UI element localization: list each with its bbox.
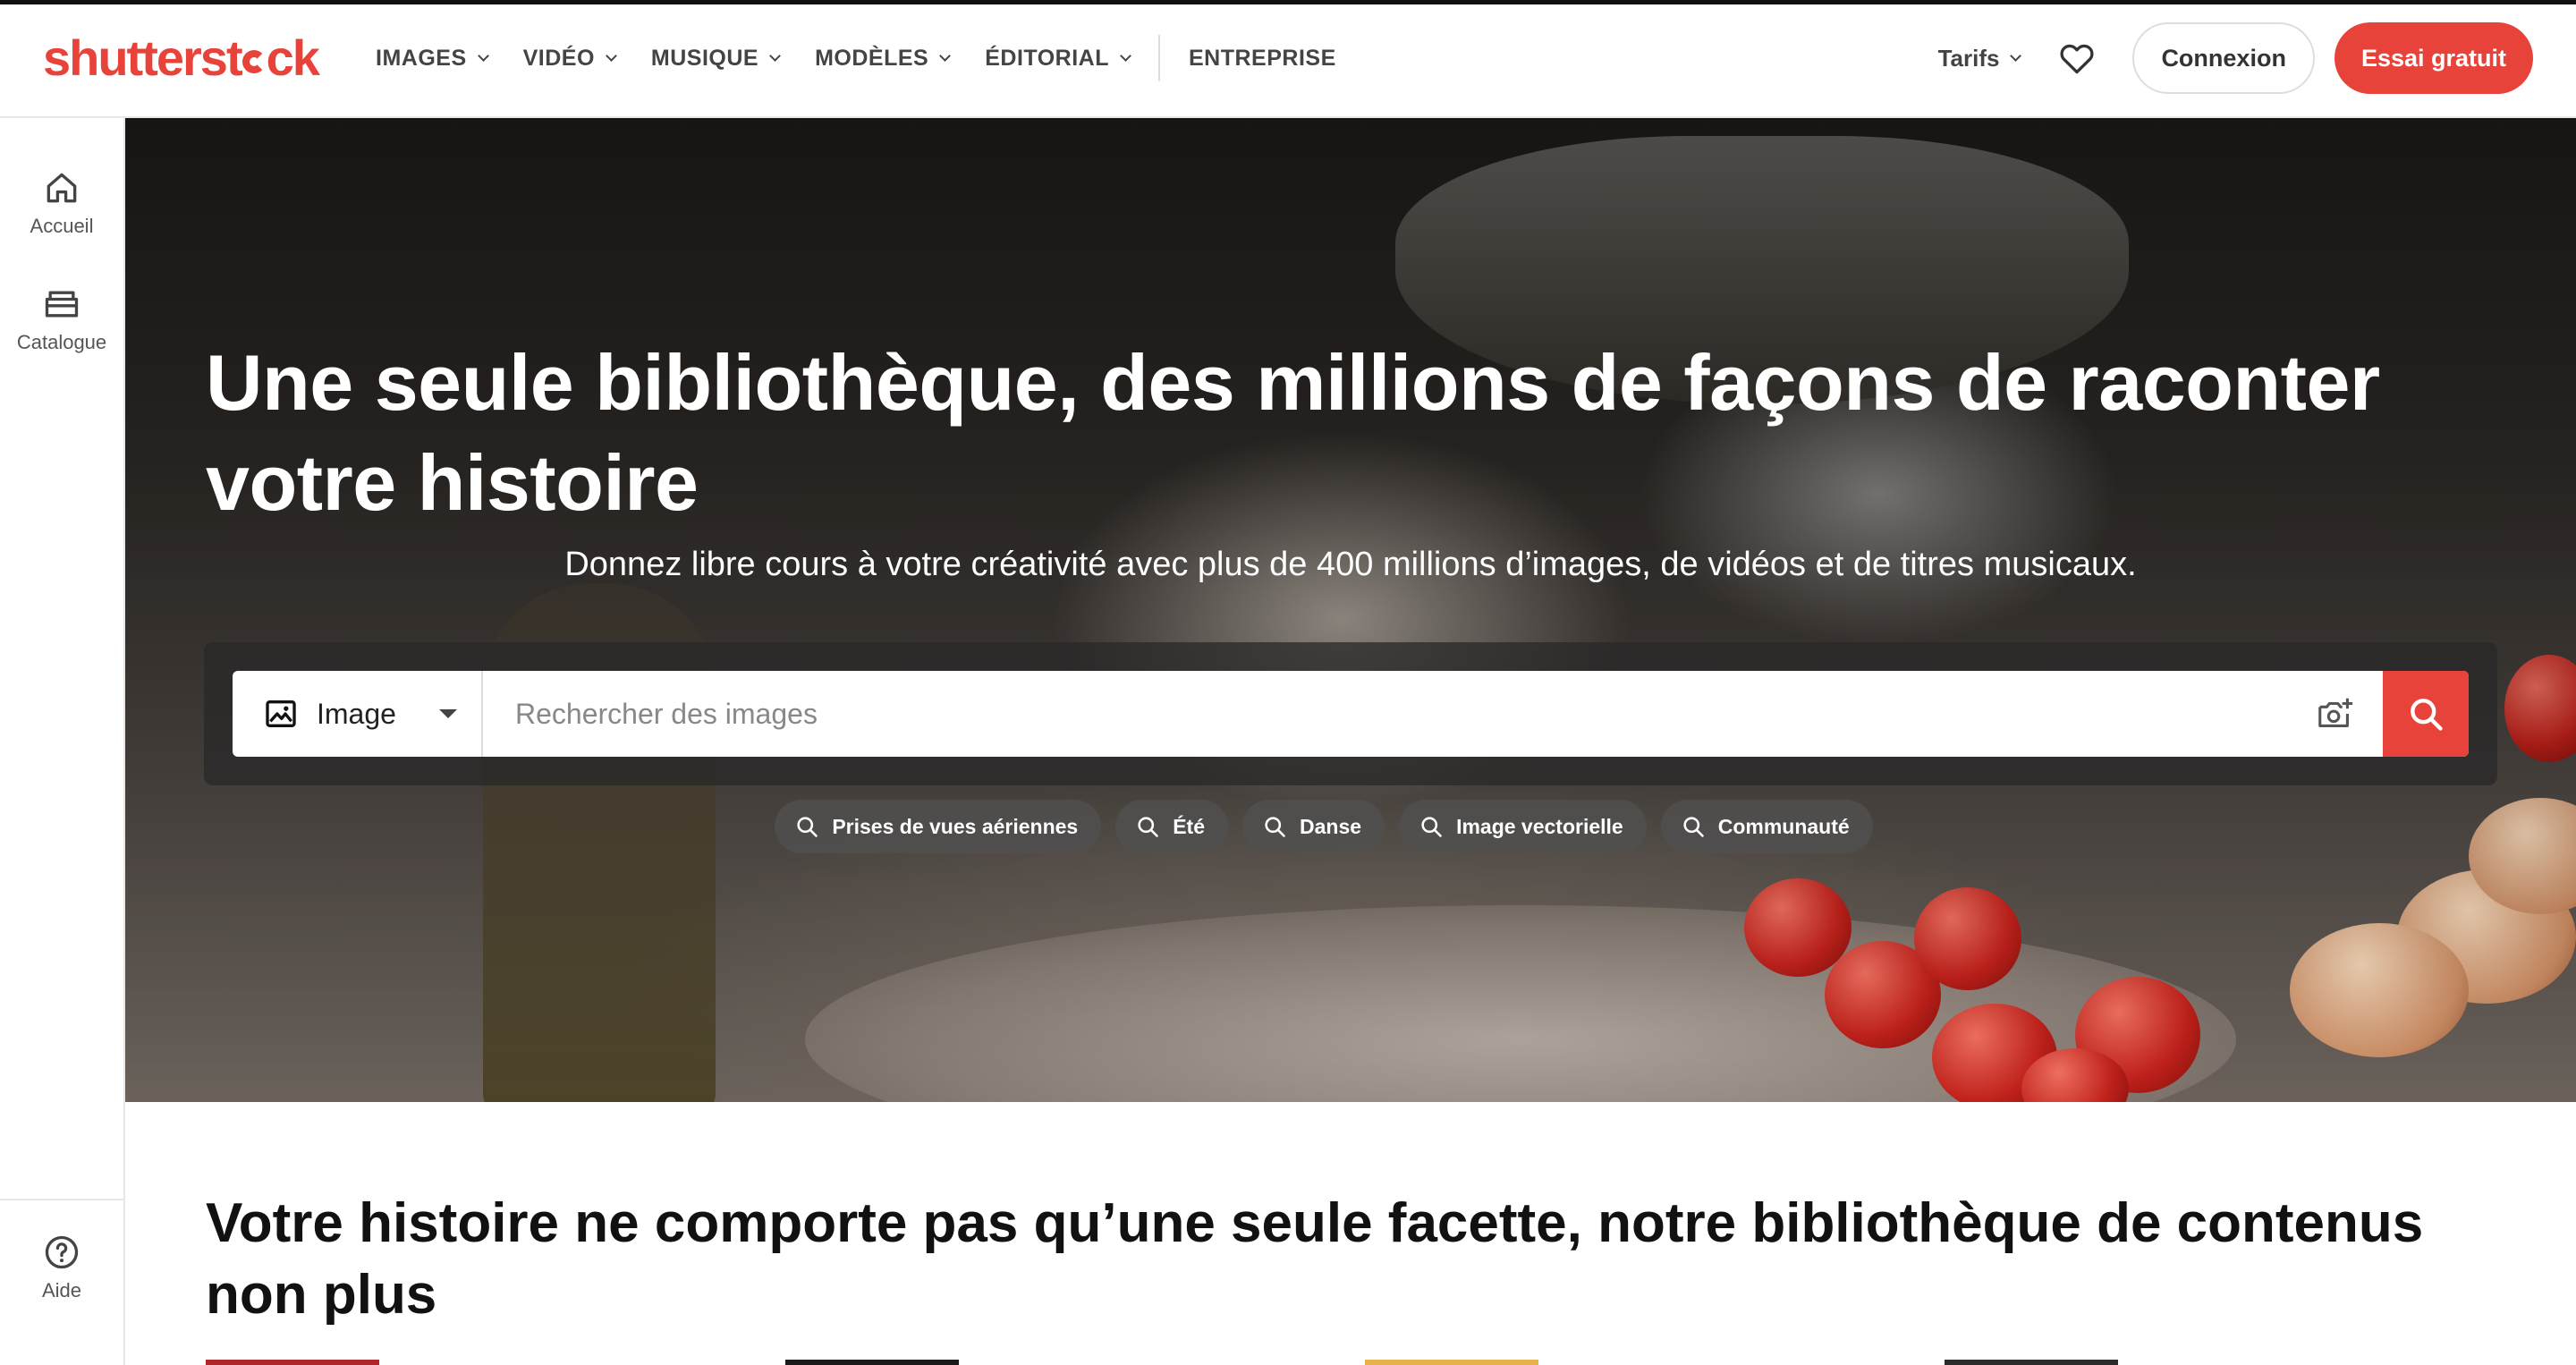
chevron-down-icon: [939, 49, 952, 62]
hero-overlay: [125, 118, 2576, 1102]
home-icon: [47, 173, 77, 203]
logo-text-end: ck: [266, 30, 320, 86]
chip-label: Été: [1173, 814, 1206, 838]
chip-label: Danse: [1300, 814, 1362, 838]
nav-item-label: ENTREPRISE: [1189, 45, 1336, 71]
visual-search-button[interactable]: [2304, 671, 2367, 757]
search-icon: [1421, 817, 1442, 837]
main-nav: IMAGES VIDÉO MUSIQUE MODÈLES ÉDITORIAL E…: [376, 35, 1372, 81]
content-card-thumbnail[interactable]: [206, 1360, 379, 1365]
top-navigation-bar: shutterst ck IMAGES VIDÉO MUSIQUE MODÈLES…: [0, 0, 2576, 118]
section-heading: Votre histoire ne comporte pas qu’une se…: [206, 1192, 2424, 1326]
chevron-down-icon: [2010, 49, 2022, 62]
camera-plus-icon: [2318, 698, 2353, 727]
suggestion-chip-dance[interactable]: Danse: [1242, 800, 1385, 853]
sidebar-item-catalog[interactable]: Catalogue: [0, 284, 123, 354]
nav-divider: [1158, 35, 1160, 81]
media-type-label: Image: [317, 697, 396, 730]
search-bar: Image: [233, 671, 2469, 757]
chip-label: Communauté: [1717, 814, 1850, 838]
content-card-thumbnail[interactable]: [1365, 1360, 1538, 1365]
suggested-searches: Prises de vues aériennes Été Danse Image…: [125, 800, 2576, 853]
suggestion-chip-aerial[interactable]: Prises de vues aériennes: [775, 800, 1102, 853]
chip-label: Prises de vues aériennes: [832, 814, 1079, 838]
chevron-down-icon: [1120, 49, 1131, 62]
left-sidebar: Accueil Catalogue Aide: [0, 118, 125, 1365]
nav-item-templates[interactable]: MODÈLES: [815, 45, 952, 72]
logo-o-mark: [242, 50, 266, 73]
nav-item-label: IMAGES: [376, 45, 467, 71]
chevron-down-icon: [477, 49, 489, 62]
suggestion-chip-vector[interactable]: Image vectorielle: [1399, 800, 1647, 853]
catalog-icon: [45, 291, 79, 318]
chevron-down-icon: [606, 49, 617, 62]
media-type-select[interactable]: Image: [233, 671, 483, 757]
hero-subtitle: Donnez libre cours à votre créativité av…: [564, 546, 2137, 583]
chevron-down-icon: [769, 49, 781, 62]
image-icon: [266, 700, 296, 727]
suggestion-chip-community[interactable]: Communauté: [1660, 800, 1873, 853]
search-icon: [797, 817, 818, 837]
logo-text-start: shutterst: [43, 30, 243, 86]
login-button[interactable]: Connexion: [2132, 22, 2315, 94]
search-icon: [2411, 699, 2443, 731]
sidebar-item-label: Accueil: [30, 215, 94, 237]
search-input[interactable]: [483, 671, 2304, 757]
sidebar-item-label: Catalogue: [16, 331, 107, 353]
sidebar-divider: [0, 1199, 123, 1200]
heart-icon[interactable]: [2057, 38, 2097, 78]
search-button[interactable]: [2383, 671, 2469, 757]
chip-label: Image vectorielle: [1456, 814, 1623, 838]
shutterstock-logo[interactable]: shutterst ck: [43, 30, 320, 87]
nav-item-label: VIDÉO: [522, 45, 595, 71]
help-icon: [45, 1235, 79, 1269]
nav-item-video[interactable]: VIDÉO: [522, 45, 617, 72]
nav-item-music[interactable]: MUSIQUE: [650, 45, 781, 72]
pricing-label: Tarifs: [1937, 44, 2000, 72]
sidebar-item-help[interactable]: Aide: [0, 1233, 123, 1302]
free-trial-button[interactable]: Essai gratuit: [2334, 22, 2533, 94]
nav-item-label: ÉDITORIAL: [985, 45, 1109, 71]
hero-title: Une seule bibliothèque, des millions de …: [206, 338, 2380, 527]
nav-item-editorial[interactable]: ÉDITORIAL: [985, 45, 1131, 72]
account-nav: Tarifs Connexion Essai gratuit: [1938, 22, 2533, 94]
nav-item-enterprise[interactable]: ENTREPRISE: [1189, 46, 1336, 72]
nav-item-label: MODÈLES: [815, 45, 929, 71]
hero-banner: Une seule bibliothèque, des millions de …: [125, 118, 2576, 1102]
search-icon: [1265, 817, 1285, 837]
search-panel: Image: [204, 642, 2497, 785]
nav-item-label: MUSIQUE: [650, 45, 759, 71]
nav-item-images[interactable]: IMAGES: [376, 45, 489, 72]
suggestion-chip-summer[interactable]: Été: [1115, 800, 1229, 853]
search-icon: [1138, 817, 1159, 837]
sidebar-item-home[interactable]: Accueil: [0, 168, 123, 238]
sidebar-item-label: Aide: [41, 1279, 82, 1301]
search-icon: [1683, 817, 1704, 837]
caret-down-icon: [438, 709, 457, 718]
content-card-thumbnail[interactable]: [1945, 1360, 2118, 1365]
pricing-menu[interactable]: Tarifs: [1937, 44, 2022, 72]
content-card-thumbnail[interactable]: [785, 1360, 959, 1365]
